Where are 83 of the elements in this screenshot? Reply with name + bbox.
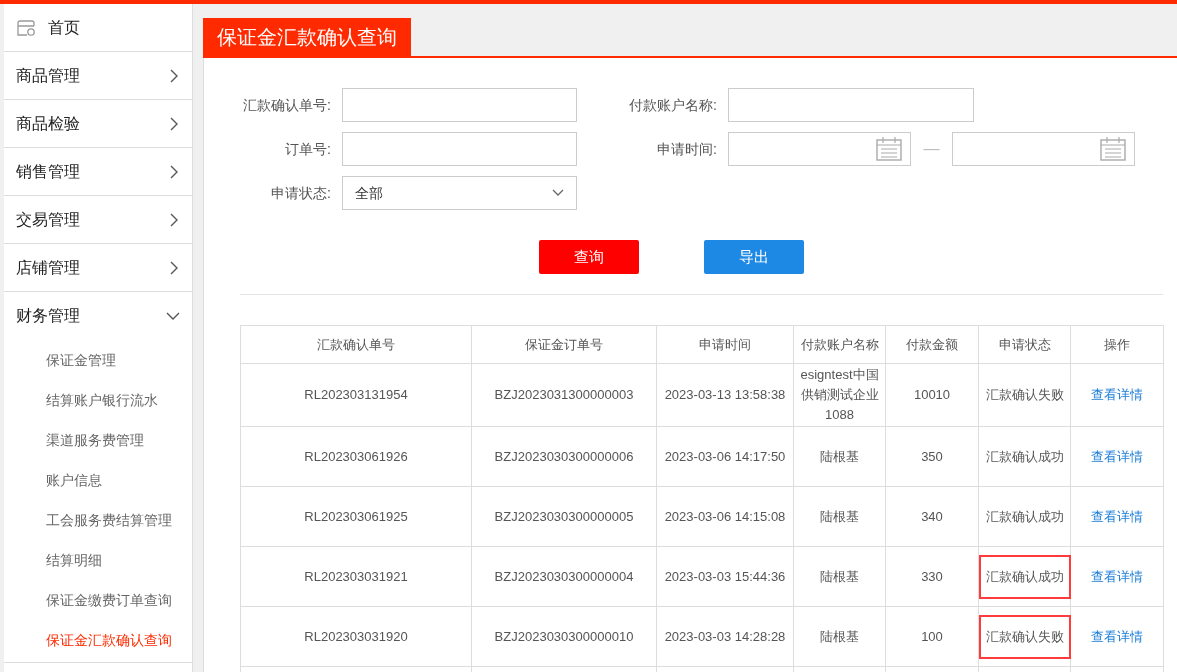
column-header: 申请时间	[656, 325, 794, 364]
table-cell: BZJ2023031300000003	[471, 363, 657, 427]
table-cell: 330	[885, 546, 979, 607]
submenu-item[interactable]: 保证金缴费订单查询	[4, 580, 192, 620]
chevron-right-icon	[168, 68, 180, 83]
view-details-link[interactable]: 查看详情	[1091, 628, 1143, 644]
table-cell: 2023-03-03 14:28:28	[656, 606, 794, 667]
table-cell: 100	[885, 606, 979, 667]
table-cell: 陆根基	[793, 546, 886, 607]
column-header: 付款账户名称	[793, 325, 886, 364]
sidebar-item[interactable]: 销售管理	[4, 148, 192, 196]
status-text: 汇款确认失败	[985, 386, 1065, 404]
home-menu-item[interactable]: 首页	[4, 4, 192, 52]
chevron-right-icon	[168, 164, 180, 179]
sidebar-item[interactable]: 财务管理	[4, 292, 192, 340]
chevron-right-icon	[168, 116, 180, 131]
column-header: 汇款确认单号	[240, 325, 472, 364]
table-cell: 2023-03-06 14:17:50	[656, 426, 794, 487]
remit-number-field[interactable]	[342, 88, 577, 122]
sidebar-item[interactable]: 店铺管理	[4, 244, 192, 292]
date-separator: —	[922, 139, 941, 159]
field-label: 付款账户名称:	[628, 95, 717, 115]
chevron-down-icon	[166, 310, 180, 322]
view-details-link[interactable]: 查看详情	[1091, 448, 1143, 464]
field-label: 订单号:	[284, 139, 331, 159]
submenu-item[interactable]: 保证金管理	[4, 340, 192, 380]
table-cell: 2023-03-03 15:44:36	[656, 546, 794, 607]
date-field[interactable]	[728, 132, 911, 166]
field-label: 汇款确认单号:	[242, 95, 331, 115]
column-header: 操作	[1070, 325, 1164, 364]
chevron-right-icon	[168, 260, 180, 275]
field-label: 申请状态:	[270, 183, 331, 203]
table-cell: RL202303061926	[240, 426, 472, 487]
chevron-right-icon	[168, 212, 180, 227]
calendar-icon	[1100, 137, 1126, 161]
column-header: 申请状态	[978, 325, 1071, 364]
table-cell: BZJ2023030300000005	[471, 486, 657, 547]
chevron-down-icon	[552, 189, 564, 197]
submenu-item[interactable]: 保证金汇款确认查询	[4, 620, 192, 660]
table-cell: 10010	[885, 363, 979, 427]
table-cell: 350	[885, 426, 979, 487]
table-cell: esigntest中国供销测试企业1088	[793, 363, 886, 427]
view-details-link[interactable]: 查看详情	[1091, 387, 1143, 403]
page-title: 保证金汇款确认查询	[203, 18, 411, 56]
view-details-link[interactable]: 查看详情	[1091, 568, 1143, 584]
query-button[interactable]: 查询	[539, 240, 639, 274]
table-cell: 2023-03-13 13:58:38	[656, 363, 794, 427]
sidebar-item[interactable]: 交易管理	[4, 196, 192, 244]
sidebar-item[interactable]: 商品管理	[4, 52, 192, 100]
table-cell: 340	[885, 486, 979, 547]
column-header: 付款金额	[885, 325, 979, 364]
home-icon	[16, 18, 36, 37]
table-cell: RL202303031921	[240, 546, 472, 607]
export-button[interactable]: 导出	[704, 240, 804, 274]
submenu-item[interactable]: 工会服务费结算管理	[4, 500, 192, 540]
submenu-item[interactable]: 结算账户银行流水	[4, 380, 192, 420]
status-select[interactable]: 全部	[342, 176, 577, 210]
table-cell: RL202303031920	[240, 606, 472, 667]
home-label: 首页	[48, 17, 80, 38]
table-cell: RL202303061925	[240, 486, 472, 547]
submenu-item[interactable]: 渠道服务费管理	[4, 420, 192, 460]
status-text: 汇款确认成功	[985, 447, 1065, 466]
table-cell: 陆根基	[793, 426, 886, 487]
table-cell: 2023-03-06 14:15:08	[656, 486, 794, 547]
sidebar-item[interactable]: 商品检验	[4, 100, 192, 148]
table-cell: BZJ2023030300000006	[471, 426, 657, 487]
status-text: 汇款确认失败	[979, 614, 1071, 659]
submenu-item[interactable]: 结算明细	[4, 540, 192, 580]
payer-name-field[interactable]	[728, 88, 974, 122]
status-text: 汇款确认成功	[985, 507, 1065, 526]
table-cell: BZJ2023030300000010	[471, 606, 657, 667]
date-field[interactable]	[952, 132, 1135, 166]
table-cell: RL202303131954	[240, 363, 472, 427]
field-label: 申请时间:	[656, 139, 717, 159]
table-cell: BZJ2023030300000004	[471, 546, 657, 607]
order-number-field[interactable]	[342, 132, 577, 166]
table-cell: 陆根基	[793, 486, 886, 547]
calendar-icon	[876, 137, 902, 161]
status-text: 汇款确认成功	[979, 554, 1071, 599]
table-cell: 陆根基	[793, 606, 886, 667]
column-header: 保证金订单号	[471, 325, 657, 364]
view-details-link[interactable]: 查看详情	[1091, 508, 1143, 524]
submenu-item[interactable]: 账户信息	[4, 460, 192, 500]
